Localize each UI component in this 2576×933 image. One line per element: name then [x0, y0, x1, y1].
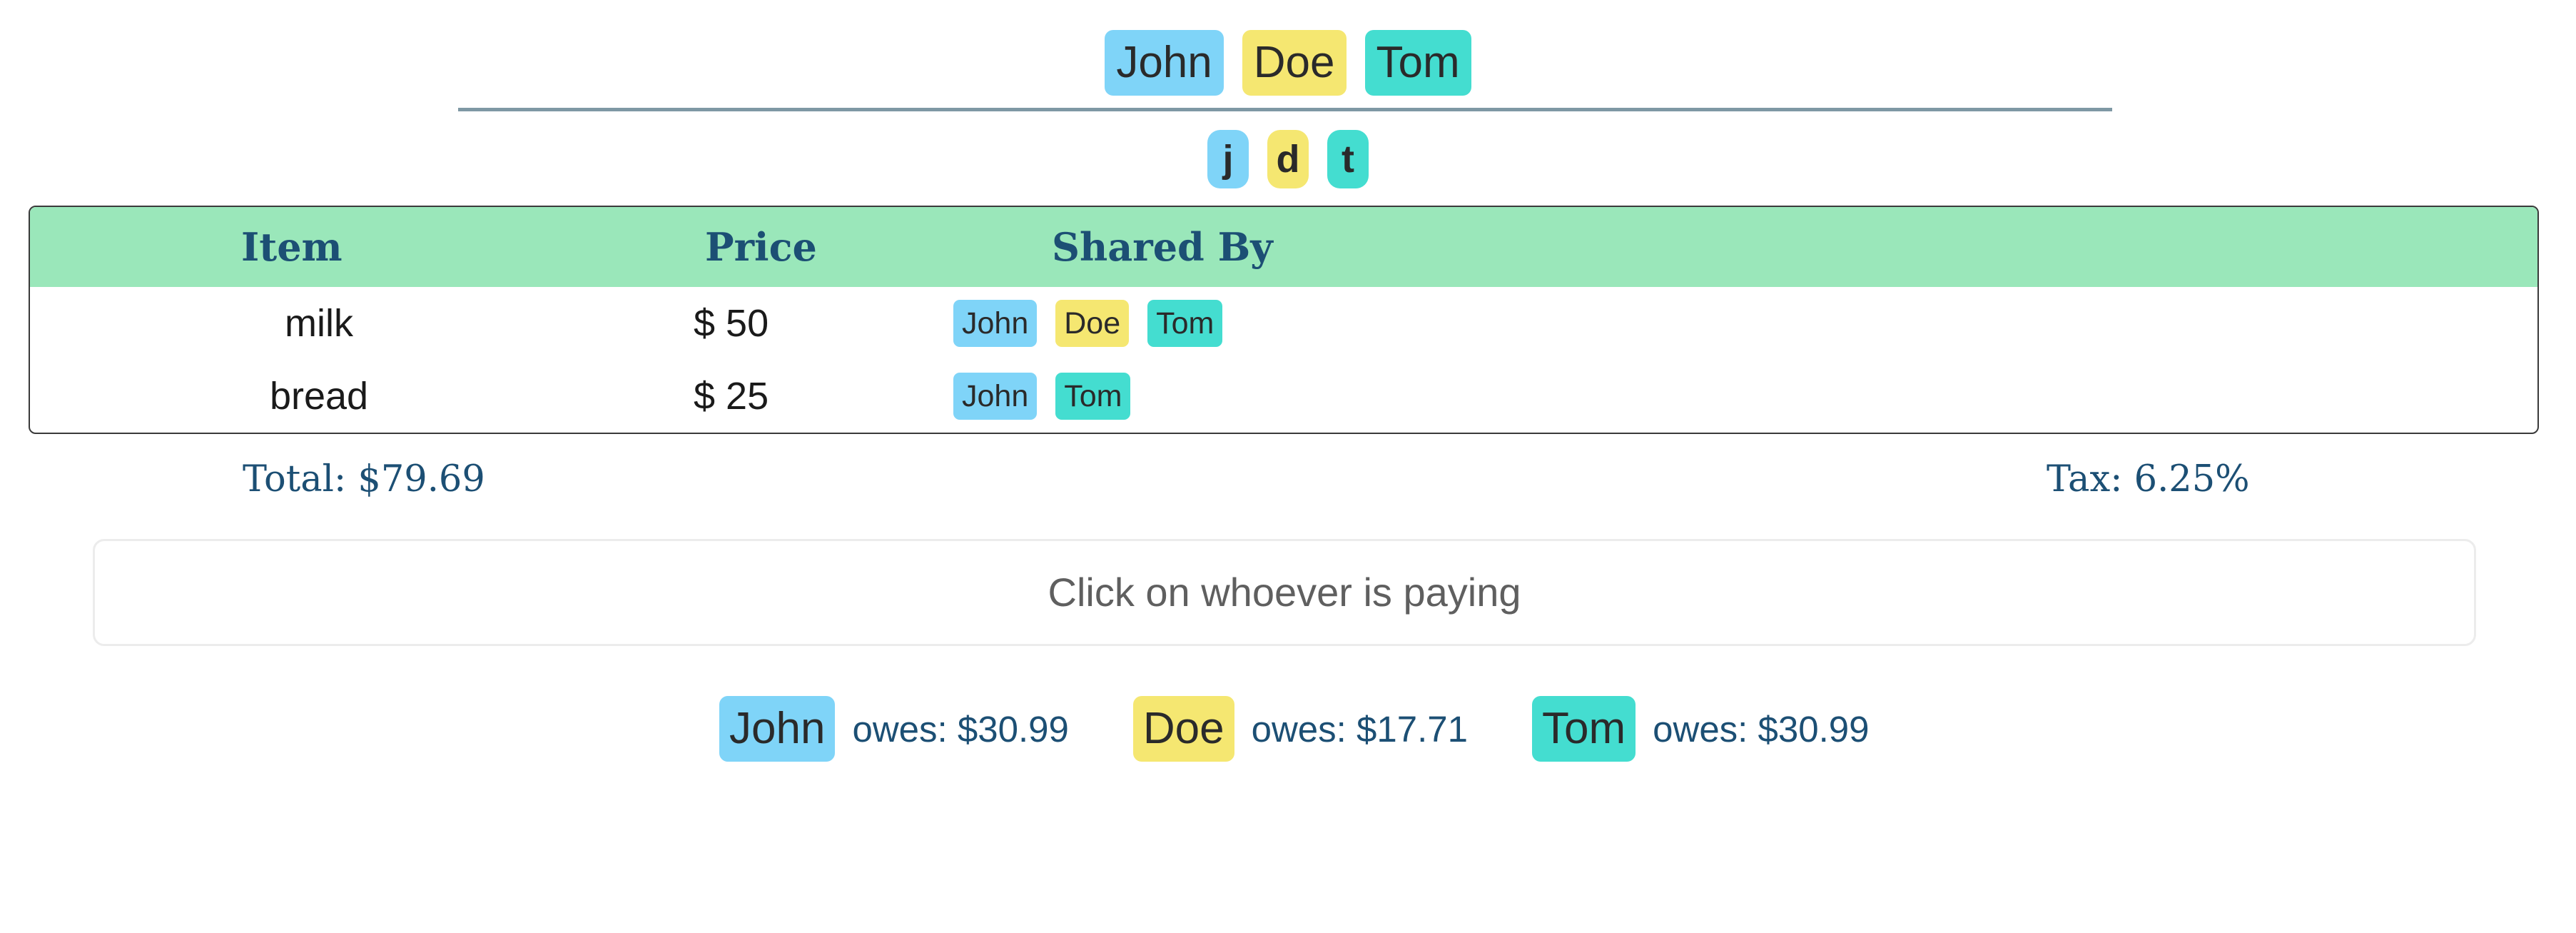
table-header: Item Price Shared By: [30, 207, 2537, 287]
owes-entry-john: John owes: $30.99: [719, 696, 1069, 762]
people-name-list: John Doe Tom: [0, 30, 2576, 96]
shared-by-chip-doe[interactable]: Doe: [1055, 300, 1130, 347]
column-header-price: Price: [705, 224, 817, 270]
column-header-shared-by: Shared By: [1052, 224, 1273, 270]
tax-rate: Tax: 6.25%: [2047, 458, 2250, 500]
item-price-cell[interactable]: $ 50: [694, 287, 769, 360]
item-name-cell[interactable]: bread: [187, 360, 451, 433]
shared-by-chip-tom[interactable]: Tom: [1147, 300, 1223, 347]
item-price-cell[interactable]: $ 25: [694, 360, 769, 433]
shared-by-cell: John Tom: [953, 360, 1131, 433]
person-chip-tom[interactable]: Tom: [1364, 30, 1471, 96]
people-initial-list: j d t: [0, 130, 2576, 188]
total-amount: Total: $79.69: [243, 458, 485, 500]
item-name-cell[interactable]: milk: [187, 287, 451, 360]
owes-chip-john[interactable]: John: [719, 696, 836, 762]
owes-entry-doe: Doe owes: $17.71: [1132, 696, 1468, 762]
owes-chip-doe[interactable]: Doe: [1132, 696, 1234, 762]
table-row: bread $ 25 John Tom: [30, 360, 2537, 433]
owes-entry-tom: Tom owes: $30.99: [1531, 696, 1870, 762]
person-chip-john[interactable]: John: [1105, 30, 1224, 96]
shared-by-chip-tom[interactable]: Tom: [1055, 373, 1131, 420]
shared-by-chip-john[interactable]: John: [953, 373, 1038, 420]
column-header-item: Item: [241, 224, 343, 270]
owes-amount-tom: owes: $30.99: [1653, 708, 1870, 750]
shared-by-cell: John Doe Tom: [953, 287, 1223, 360]
items-table: Item Price Shared By milk $ 50 John Doe …: [29, 206, 2539, 434]
initial-chip-john[interactable]: j: [1207, 130, 1249, 188]
initial-chip-tom[interactable]: t: [1327, 130, 1369, 188]
payer-selector[interactable]: Click on whoever is paying: [93, 539, 2476, 646]
owes-summary: John owes: $30.99 Doe owes: $17.71 Tom o…: [719, 696, 1870, 762]
names-divider: [458, 108, 2112, 111]
owes-amount-john: owes: $30.99: [852, 708, 1069, 750]
initial-chip-doe[interactable]: d: [1267, 130, 1309, 188]
person-chip-doe[interactable]: Doe: [1242, 30, 1347, 96]
table-row: milk $ 50 John Doe Tom: [30, 287, 2537, 360]
shared-by-chip-john[interactable]: John: [953, 300, 1038, 347]
owes-chip-tom[interactable]: Tom: [1531, 696, 1636, 762]
owes-amount-doe: owes: $17.71: [1251, 708, 1468, 750]
